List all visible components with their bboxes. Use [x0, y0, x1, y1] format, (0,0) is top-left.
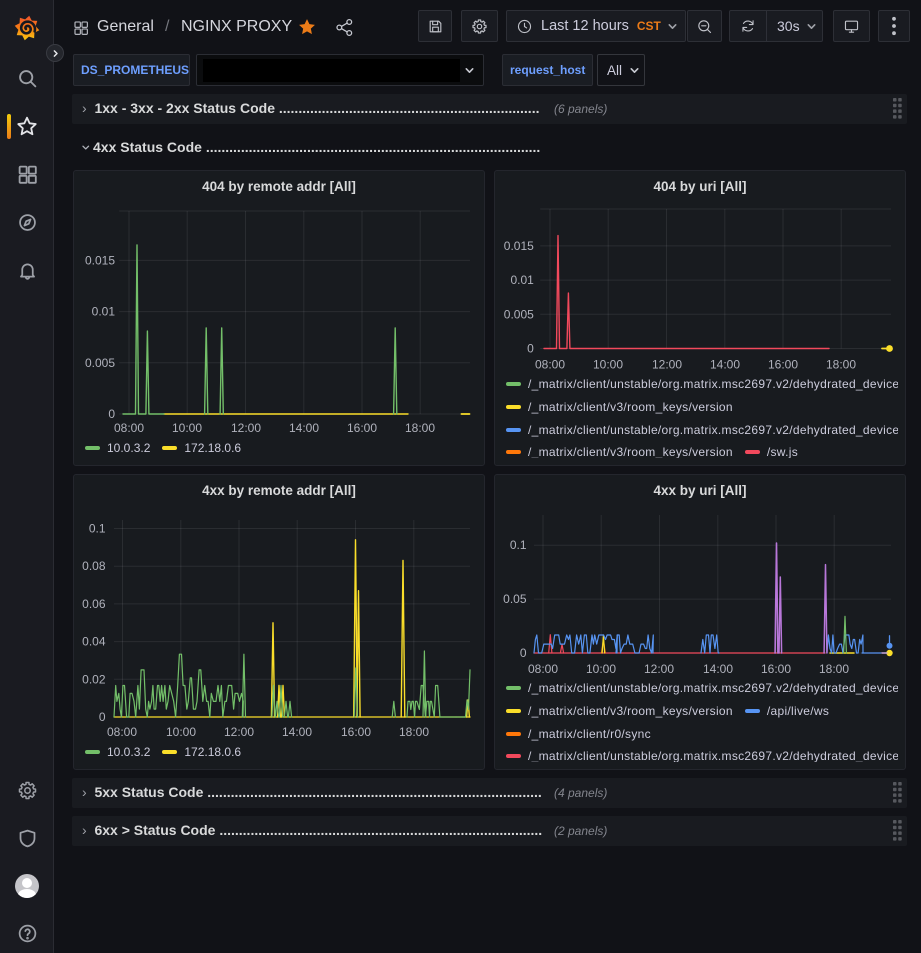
svg-text:0.08: 0.08	[82, 559, 106, 573]
svg-text:18:00: 18:00	[826, 358, 856, 372]
svg-text:0.015: 0.015	[85, 253, 115, 267]
svg-text:0.06: 0.06	[82, 597, 106, 611]
svg-text:08:00: 08:00	[528, 662, 558, 676]
svg-text:08:00: 08:00	[114, 421, 144, 435]
svg-text:0.04: 0.04	[82, 635, 106, 649]
svg-text:18:00: 18:00	[405, 421, 435, 435]
svg-text:10:00: 10:00	[172, 421, 202, 435]
svg-text:16:00: 16:00	[768, 358, 798, 372]
svg-text:14:00: 14:00	[703, 662, 733, 676]
svg-text:0: 0	[99, 710, 106, 724]
svg-text:08:00: 08:00	[535, 358, 565, 372]
svg-text:10:00: 10:00	[166, 725, 196, 739]
svg-text:0: 0	[527, 342, 534, 356]
svg-text:14:00: 14:00	[289, 421, 319, 435]
svg-text:0.015: 0.015	[504, 239, 534, 253]
svg-text:14:00: 14:00	[710, 358, 740, 372]
svg-text:12:00: 12:00	[652, 358, 682, 372]
svg-text:10:00: 10:00	[593, 358, 623, 372]
svg-text:12:00: 12:00	[644, 662, 674, 676]
svg-text:18:00: 18:00	[399, 725, 429, 739]
svg-text:16:00: 16:00	[347, 421, 377, 435]
svg-text:16:00: 16:00	[761, 662, 791, 676]
svg-text:10:00: 10:00	[586, 662, 616, 676]
svg-text:16:00: 16:00	[341, 725, 371, 739]
svg-text:12:00: 12:00	[231, 421, 261, 435]
svg-text:0.1: 0.1	[510, 538, 527, 552]
svg-text:0: 0	[520, 646, 527, 660]
svg-text:0.01: 0.01	[92, 305, 116, 319]
svg-text:0.005: 0.005	[504, 307, 534, 321]
svg-text:0.1: 0.1	[89, 522, 106, 536]
svg-text:0.01: 0.01	[510, 273, 534, 287]
svg-text:0.02: 0.02	[82, 672, 106, 686]
svg-text:0.005: 0.005	[85, 356, 115, 370]
svg-text:14:00: 14:00	[282, 725, 312, 739]
svg-text:0.05: 0.05	[503, 592, 527, 606]
svg-text:12:00: 12:00	[224, 725, 254, 739]
svg-text:18:00: 18:00	[819, 662, 849, 676]
svg-text:0: 0	[108, 407, 115, 421]
svg-text:08:00: 08:00	[107, 725, 137, 739]
